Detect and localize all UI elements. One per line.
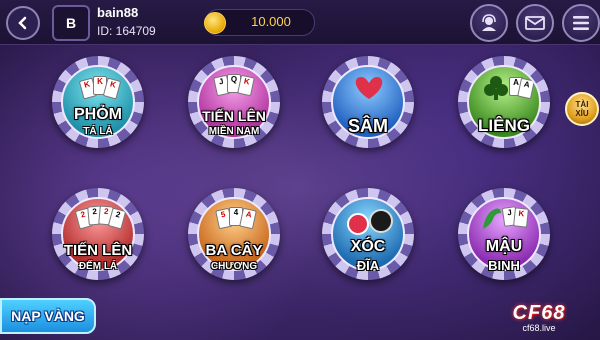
coin-token-icon (347, 213, 369, 235)
brand-name: CF68 (512, 302, 566, 324)
menu-button[interactable] (562, 4, 600, 42)
game-phom[interactable]: K K K PHỎM TÁ LẢ (52, 56, 144, 148)
balance-value: 10.000 (251, 14, 291, 29)
game-tien-len-dem-la-art: 2 2 2 2 (61, 197, 135, 271)
game-title: PHỎM (74, 106, 122, 123)
menu-icon (573, 16, 589, 30)
username: bain88 (97, 5, 139, 20)
tai-xiu-button[interactable]: TÀI XỈU (565, 92, 599, 126)
game-xoc-dia[interactable]: XÓC ĐĨA (322, 188, 414, 280)
background-glow (0, 0, 600, 340)
game-title: BA CÂY (205, 242, 263, 259)
headset-support-icon (482, 14, 496, 31)
game-title: XÓC (350, 238, 386, 255)
balance-display[interactable]: 10.000 (204, 9, 315, 36)
game-subtitle: CHƯƠNG (210, 261, 258, 272)
game-lieng[interactable]: A A LIÊNG (458, 56, 550, 148)
game-subtitle: MIỀN NAM (208, 126, 260, 137)
support-button[interactable] (470, 4, 508, 42)
mail-button[interactable] (516, 4, 554, 42)
tai-xiu-line1: TÀI (575, 100, 589, 109)
heart-icon (355, 77, 383, 99)
mail-icon (525, 16, 545, 30)
game-mau-binh[interactable]: J K MẬU BINH (458, 188, 550, 280)
game-subtitle: BINH (488, 258, 520, 273)
back-button[interactable] (6, 6, 40, 40)
game-subtitle: ĐẾM LÁ (78, 261, 118, 272)
user-id: ID: 164709 (97, 24, 156, 38)
top-bar: B bain88 ID: 164709 10.000 (0, 0, 600, 45)
card-icon: A (517, 77, 535, 100)
game-tien-len-mien-nam[interactable]: J Q K TIẾN LÊN MIỀN NAM (188, 56, 280, 148)
game-subtitle: TÁ LẢ (83, 126, 113, 137)
club-icon (484, 76, 508, 100)
coin-token-icon (369, 209, 393, 233)
card-icon: A (239, 207, 257, 230)
brand-url: cf68.live (522, 323, 556, 333)
deposit-button[interactable]: NẠP VÀNG (0, 298, 96, 334)
back-arrow-icon (18, 16, 27, 30)
game-subtitle: ĐĨA (356, 258, 380, 273)
game-sam[interactable]: SÂM (322, 56, 414, 148)
tai-xiu-line2: XỈU (575, 109, 589, 118)
game-title: TIẾN LÊN (63, 242, 133, 259)
game-title: MẬU (485, 238, 523, 255)
dragon-icon (483, 208, 501, 229)
game-title: SÂM (348, 116, 388, 136)
card-icon: K (237, 74, 255, 97)
game-ba-cay-art: 5 4 A (197, 197, 271, 271)
card-icon: K (513, 207, 529, 228)
brand-logo: CF68 cf68.live (484, 302, 594, 336)
game-title: LIÊNG (478, 116, 530, 135)
game-tien-len-dem-la[interactable]: 2 2 2 2 TIẾN LÊN ĐẾM LÁ (52, 188, 144, 280)
coin-icon (204, 12, 226, 34)
game-title: TIẾN LÊN (202, 108, 266, 124)
game-ba-cay[interactable]: 5 4 A BA CÂY CHƯƠNG (188, 188, 280, 280)
avatar[interactable]: B (52, 5, 90, 41)
